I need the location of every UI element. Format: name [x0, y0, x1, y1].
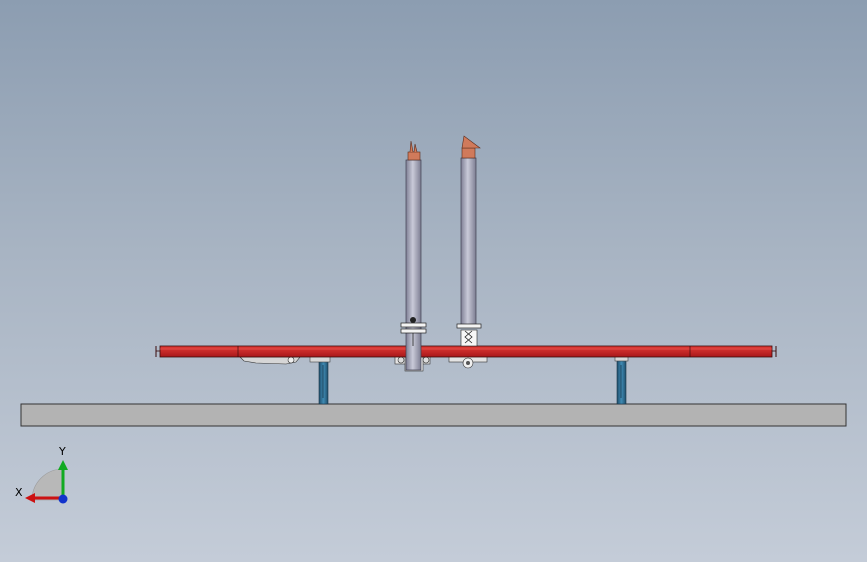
- triad-z-axis: [58, 494, 68, 504]
- pipe-right[interactable]: [456, 135, 482, 347]
- triad-x-label: X: [15, 486, 23, 499]
- support-leg-left[interactable]: [309, 355, 331, 405]
- triad-y-label: Y: [58, 445, 66, 458]
- under-bracket-left[interactable]: [239, 356, 301, 365]
- coordinate-triad: Y X: [15, 445, 68, 504]
- main-beam[interactable]: [155, 345, 777, 358]
- pipe-left[interactable]: [400, 140, 427, 371]
- cad-model-view[interactable]: Y X: [0, 0, 867, 562]
- floor-slab[interactable]: [20, 403, 847, 427]
- triad-x-arrow: [25, 493, 35, 503]
- triad-plane: [31, 468, 64, 501]
- triad-y-arrow: [58, 460, 68, 470]
- support-leg-right[interactable]: [614, 355, 629, 405]
- graphics-viewport[interactable]: Y X: [0, 0, 867, 562]
